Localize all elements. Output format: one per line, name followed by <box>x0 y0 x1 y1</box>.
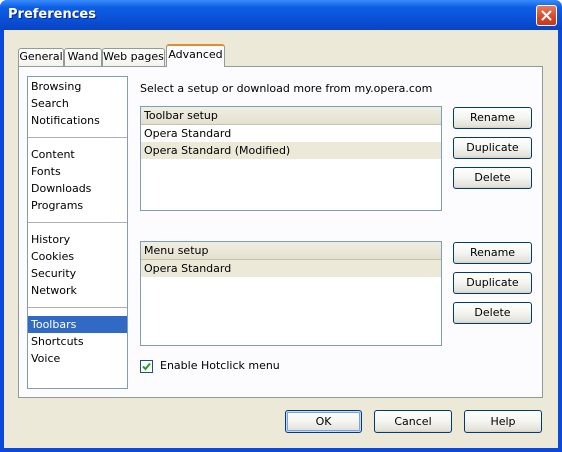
close-button[interactable] <box>536 5 557 26</box>
category-network[interactable]: Network <box>28 282 127 299</box>
close-icon <box>541 10 552 21</box>
toolbar-delete-button[interactable]: Delete <box>453 167 532 189</box>
hotclick-checkbox[interactable] <box>140 360 153 373</box>
menu-setup-list[interactable]: Menu setup Opera Standard <box>140 241 442 346</box>
tab-wand[interactable]: Wand <box>64 48 102 66</box>
ok-button[interactable]: OK <box>285 410 362 433</box>
menu-delete-button[interactable]: Delete <box>453 302 532 324</box>
category-shortcuts[interactable]: Shortcuts <box>28 333 127 350</box>
dialog-body: General Wand Web pages Advanced Browsing… <box>4 30 558 448</box>
category-security[interactable]: Security <box>28 265 127 282</box>
tab-web-pages[interactable]: Web pages <box>102 48 165 66</box>
tab-general[interactable]: General <box>18 48 64 66</box>
menu-duplicate-button[interactable]: Duplicate <box>453 272 532 294</box>
category-content[interactable]: Content <box>28 146 127 163</box>
cancel-button[interactable]: Cancel <box>374 410 452 433</box>
toolbar-setup-list[interactable]: Toolbar setup Opera Standard Opera Stand… <box>140 106 442 211</box>
category-search[interactable]: Search <box>28 95 127 112</box>
category-cookies[interactable]: Cookies <box>28 248 127 265</box>
category-downloads[interactable]: Downloads <box>28 180 127 197</box>
category-voice[interactable]: Voice <box>28 350 127 367</box>
toolbar-setup-row[interactable]: Opera Standard (Modified) <box>141 142 441 159</box>
tab-panel-advanced: Browsing Search Notifications Content Fo… <box>18 66 543 398</box>
category-group-general: Browsing Search Notifications <box>28 78 127 129</box>
title-bar[interactable]: Preferences <box>0 0 562 30</box>
category-notifications[interactable]: Notifications <box>28 112 127 129</box>
tab-advanced[interactable]: Advanced <box>166 44 225 67</box>
toolbar-setup-row[interactable]: Opera Standard <box>141 125 441 142</box>
category-fonts[interactable]: Fonts <box>28 163 127 180</box>
menu-setup-header[interactable]: Menu setup <box>141 242 441 260</box>
toolbar-rename-button[interactable]: Rename <box>453 107 532 129</box>
category-programs[interactable]: Programs <box>28 197 127 214</box>
hotclick-label[interactable]: Enable Hotclick menu <box>160 359 280 372</box>
category-list[interactable]: Browsing Search Notifications Content Fo… <box>27 76 128 389</box>
category-history[interactable]: History <box>28 231 127 248</box>
category-divider <box>28 307 127 308</box>
category-divider <box>28 137 127 138</box>
help-button[interactable]: Help <box>464 410 542 433</box>
menu-setup-row[interactable]: Opera Standard <box>141 260 441 277</box>
category-group-privacy: History Cookies Security Network <box>28 231 127 299</box>
menu-rename-button[interactable]: Rename <box>453 242 532 264</box>
preferences-window: Preferences General Wand Web pages Advan… <box>0 0 562 452</box>
category-divider <box>28 222 127 223</box>
category-group-interface: Toolbars Shortcuts Voice <box>28 316 127 367</box>
category-group-content: Content Fonts Downloads Programs <box>28 146 127 214</box>
instruction-text: Select a setup or download more from my.… <box>140 82 433 95</box>
toolbar-setup-header[interactable]: Toolbar setup <box>141 107 441 125</box>
window-title: Preferences <box>8 7 96 22</box>
category-browsing[interactable]: Browsing <box>28 78 127 95</box>
checkmark-icon <box>142 362 151 371</box>
toolbar-duplicate-button[interactable]: Duplicate <box>453 137 532 159</box>
category-toolbars[interactable]: Toolbars <box>28 316 127 333</box>
